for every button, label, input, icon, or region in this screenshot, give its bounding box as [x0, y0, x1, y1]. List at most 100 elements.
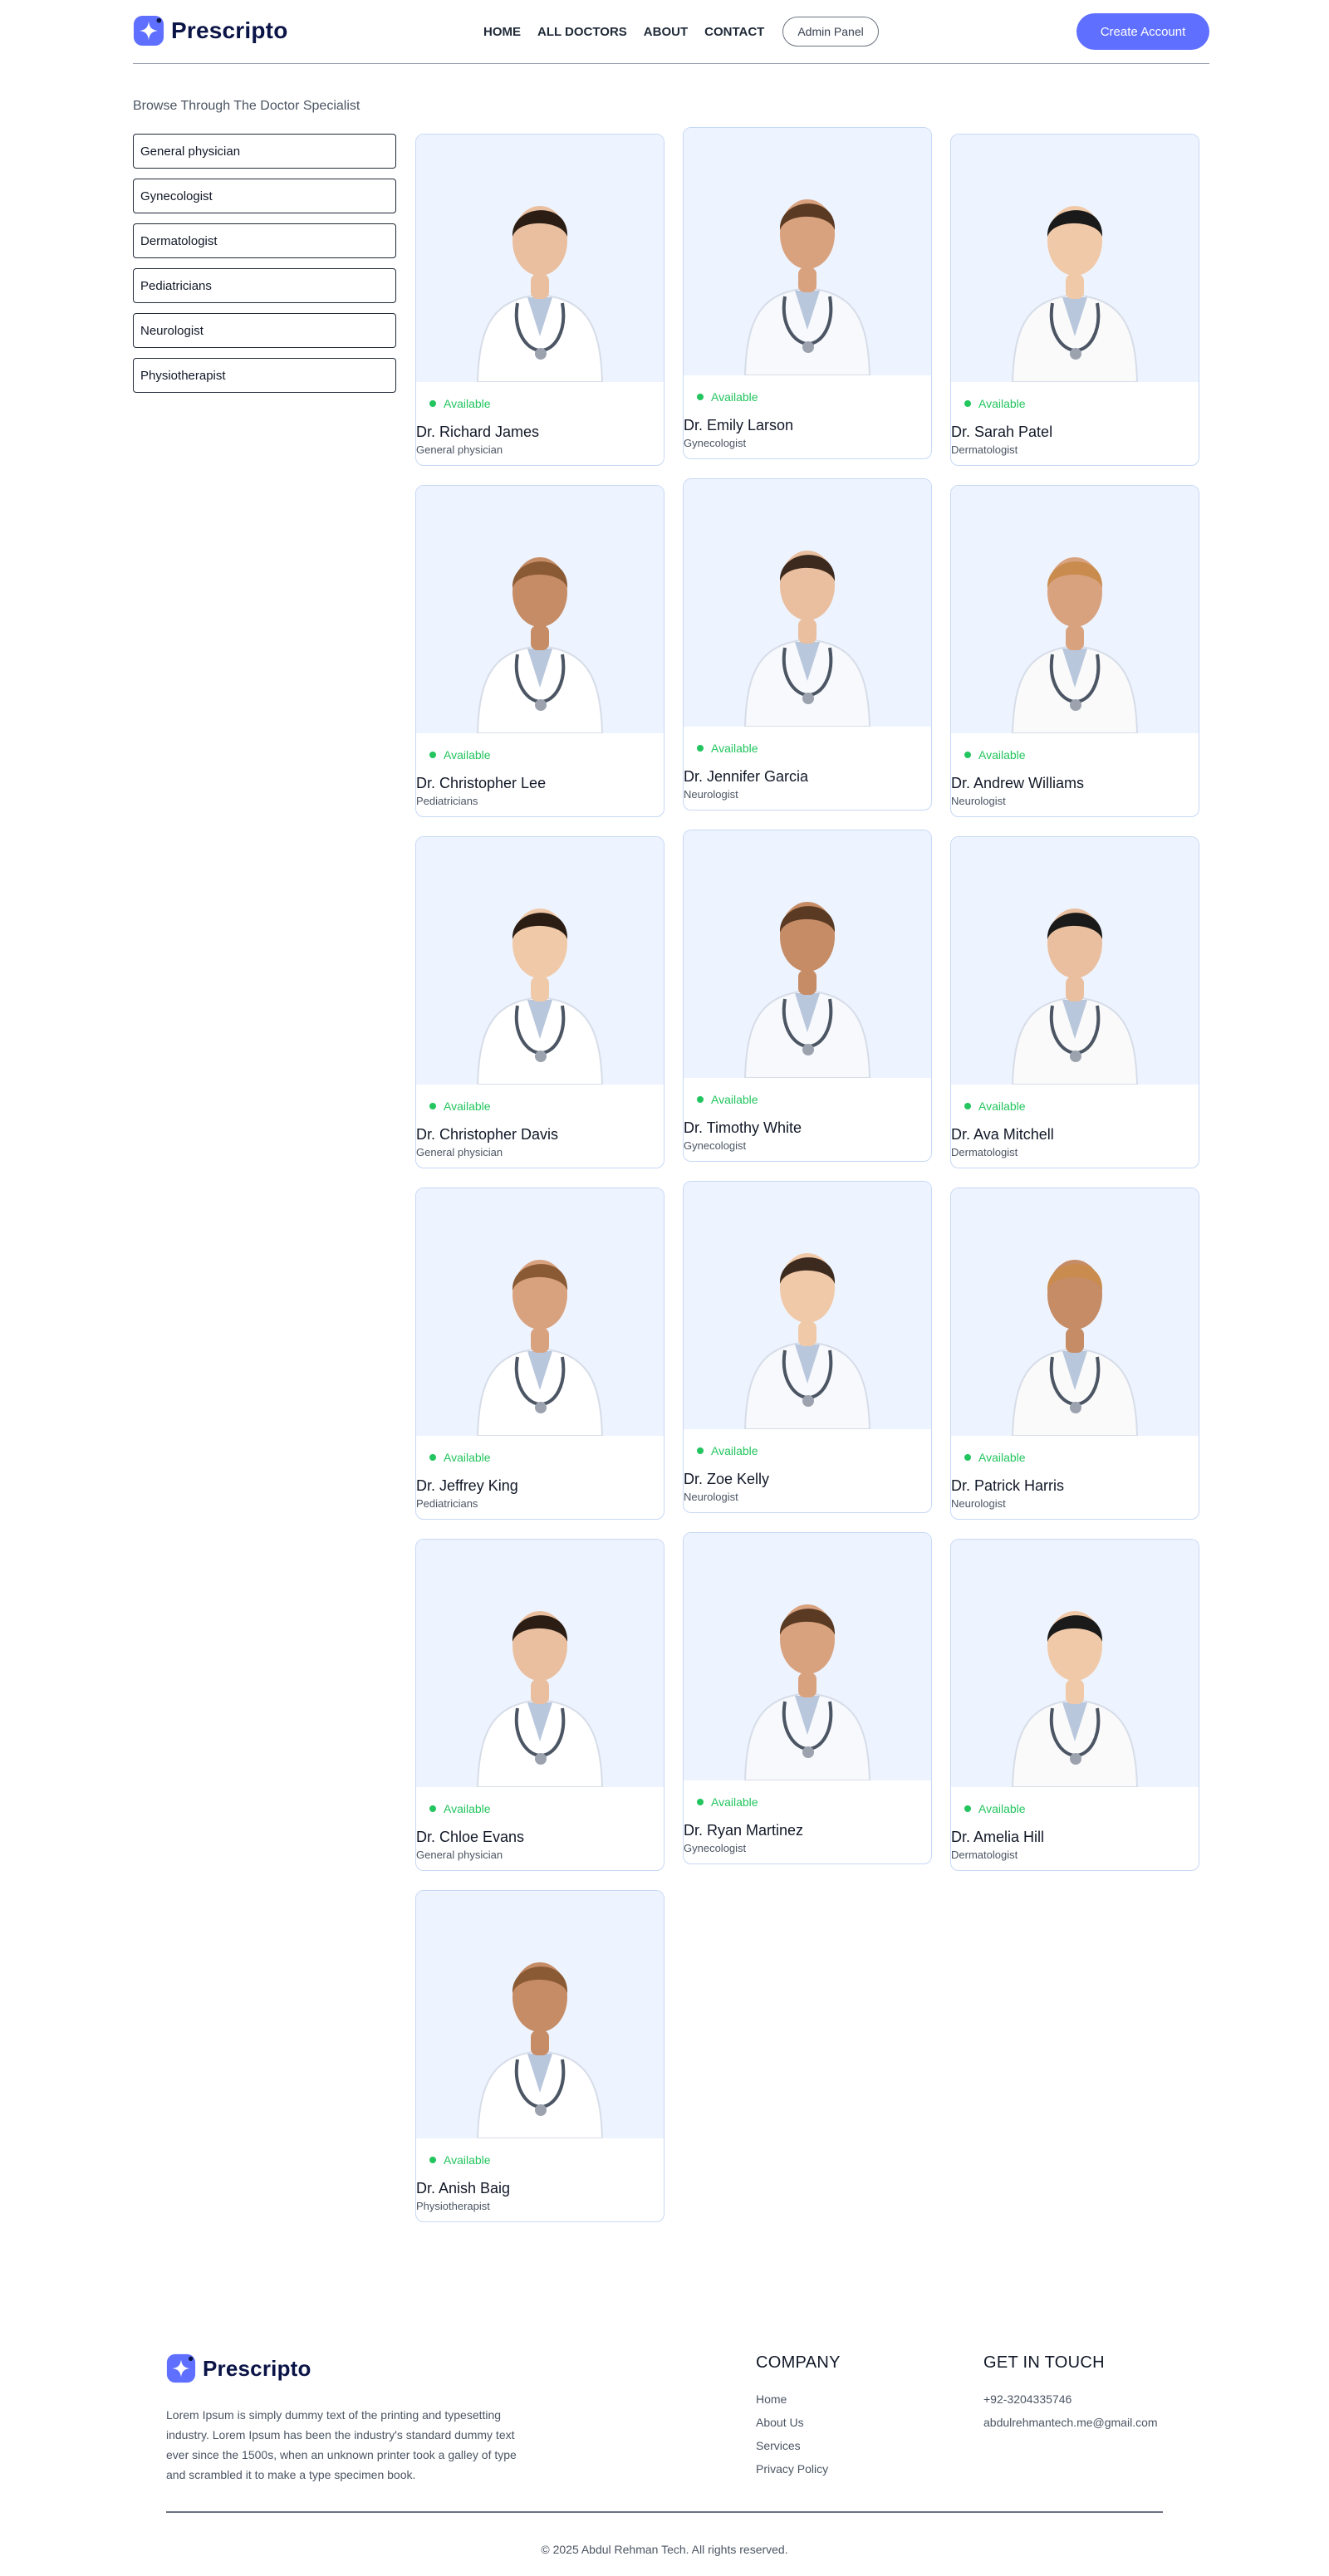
- status-label: Available: [444, 1451, 491, 1464]
- doctor-speciality: Pediatricians: [416, 795, 478, 807]
- doctor-photo: [684, 1533, 931, 1780]
- doctor-speciality: General physician: [416, 443, 503, 456]
- doctor-card-body: Available Dr. Anish Baig Physiotherapist: [416, 2138, 664, 2212]
- doctor-card[interactable]: Available Dr. Sarah Patel Dermatologist: [950, 134, 1199, 466]
- doctor-card[interactable]: Available Dr. Anish Baig Physiotherapist: [415, 1890, 664, 2222]
- status-label: Available: [978, 748, 1026, 762]
- doctor-card[interactable]: Available Dr. Ava Mitchell Dermatologist: [950, 836, 1199, 1168]
- availability-status: Available: [684, 1795, 931, 1809]
- availability-status: Available: [416, 1451, 664, 1464]
- doctor-photo: [951, 486, 1199, 733]
- footer-link-home[interactable]: Home: [756, 2387, 841, 2411]
- doctor-name: Dr. Christopher Lee: [416, 775, 547, 791]
- status-dot-icon: [697, 745, 704, 752]
- doctor-name: Dr. Sarah Patel: [951, 424, 1053, 440]
- footer-company-title: COMPANY: [756, 2353, 841, 2372]
- doctor-card[interactable]: Available Dr. Amelia Hill Dermatologist: [950, 1539, 1199, 1871]
- doctor-speciality: Gynecologist: [684, 1842, 747, 1854]
- doctor-card-body: Available Dr. Timothy White Gynecologist: [684, 1078, 931, 1152]
- status-dot-icon: [697, 394, 704, 400]
- status-label: Available: [978, 397, 1026, 410]
- doctor-card[interactable]: Available Dr. Christopher Lee Pediatrician…: [415, 485, 664, 817]
- doctor-portrait-icon: [743, 199, 871, 375]
- doctor-card-body: Available Dr. Zoe Kelly Neurologist: [684, 1429, 931, 1503]
- status-label: Available: [444, 1099, 491, 1113]
- doctor-card[interactable]: Available Dr. Andrew Williams Neurologist: [950, 485, 1199, 817]
- doctor-card-body: Available Dr. Chloe Evans General physicia…: [416, 1787, 664, 1861]
- doctor-photo: [416, 1540, 664, 1787]
- footer-phone: +92-3204335746: [983, 2392, 1072, 2406]
- copyright: © 2025 Abdul Rehman Tech. All rights res…: [541, 2543, 788, 2556]
- doctor-portrait-icon: [743, 902, 871, 1078]
- footer-link-services[interactable]: Services: [756, 2434, 841, 2457]
- doctor-portrait-icon: [476, 908, 604, 1085]
- doctor-speciality: Pediatricians: [416, 1497, 478, 1510]
- footer-contact: GET IN TOUCH +92-3204335746 abdulrehmant…: [983, 2353, 1158, 2434]
- doctor-speciality: Neurologist: [951, 1497, 1006, 1510]
- doctor-card-body: Available Dr. Andrew Williams Neurologist: [951, 733, 1199, 807]
- availability-status: Available: [951, 1451, 1199, 1464]
- doctor-speciality: Neurologist: [684, 1491, 738, 1503]
- logo-icon: [166, 2353, 196, 2383]
- doctor-card[interactable]: Available Dr. Chloe Evans General physicia…: [415, 1539, 664, 1871]
- doctor-photo: [416, 135, 664, 382]
- doctor-card[interactable]: Available Dr. Jeffrey King Pediatricians: [415, 1188, 664, 1520]
- doctor-card[interactable]: Available Dr. Emily Larson Gynecologist: [683, 127, 932, 459]
- doctor-name: Dr. Christopher Davis: [416, 1126, 559, 1143]
- status-label: Available: [711, 1093, 758, 1106]
- doctor-card[interactable]: Available Dr. Ryan Martinez Gynecologist: [683, 1532, 932, 1864]
- doctor-portrait-icon: [476, 1962, 604, 2138]
- doctor-card[interactable]: Available Dr. Richard James General physic…: [415, 134, 664, 466]
- doctor-portrait-icon: [476, 557, 604, 733]
- doctor-photo: [951, 1188, 1199, 1436]
- status-label: Available: [978, 1451, 1026, 1464]
- availability-status: Available: [684, 742, 931, 755]
- availability-status: Available: [416, 397, 664, 410]
- status-label: Available: [444, 2153, 491, 2167]
- footer-logo[interactable]: Prescripto: [166, 2353, 311, 2383]
- doctor-speciality: Dermatologist: [951, 1146, 1018, 1158]
- status-label: Available: [444, 748, 491, 762]
- doctor-photo: [951, 135, 1199, 382]
- status-dot-icon: [964, 752, 971, 758]
- doctor-card-body: Available Dr. Christopher Lee Pediatrician…: [416, 733, 664, 807]
- doctor-grid: Available Dr. Richard James General physic…: [0, 0, 1329, 2292]
- status-dot-icon: [964, 1454, 971, 1461]
- availability-status: Available: [951, 748, 1199, 762]
- availability-status: Available: [416, 1802, 664, 1815]
- footer-link-privacy[interactable]: Privacy Policy: [756, 2457, 841, 2481]
- doctor-photo: [684, 1182, 931, 1429]
- doctor-card-body: Available Dr. Amelia Hill Dermatologist: [951, 1787, 1199, 1861]
- availability-status: Available: [951, 1099, 1199, 1113]
- status-label: Available: [711, 1795, 758, 1809]
- doctor-name: Dr. Andrew Williams: [951, 775, 1085, 791]
- doctor-card[interactable]: Available Dr. Timothy White Gynecologist: [683, 830, 932, 1162]
- footer-link-about[interactable]: About Us: [756, 2411, 841, 2434]
- doctor-card[interactable]: Available Dr. Patrick Harris Neurologist: [950, 1188, 1199, 1520]
- doctor-photo: [416, 837, 664, 1085]
- footer-contact-title: GET IN TOUCH: [983, 2353, 1105, 2372]
- doctor-card-body: Available Dr. Jennifer Garcia Neurologist: [684, 727, 931, 801]
- doctor-portrait-icon: [1011, 908, 1139, 1085]
- doctor-name: Dr. Ryan Martinez: [684, 1822, 804, 1839]
- doctor-photo: [416, 1891, 664, 2138]
- availability-status: Available: [951, 1802, 1199, 1815]
- doctor-card-body: Available Dr. Emily Larson Gynecologist: [684, 375, 931, 449]
- doctor-name: Dr. Richard James: [416, 424, 540, 440]
- doctor-card[interactable]: Available Dr. Christopher Davis General ph…: [415, 836, 664, 1168]
- status-label: Available: [978, 1099, 1026, 1113]
- status-dot-icon: [429, 1454, 436, 1461]
- status-dot-icon: [964, 400, 971, 407]
- doctor-card[interactable]: Available Dr. Jennifer Garcia Neurologist: [683, 478, 932, 811]
- availability-status: Available: [684, 390, 931, 404]
- doctor-photo: [684, 479, 931, 727]
- doctor-card[interactable]: Available Dr. Zoe Kelly Neurologist: [683, 1181, 932, 1513]
- doctor-speciality: Gynecologist: [684, 1139, 747, 1152]
- footer-email[interactable]: abdulrehmantech.me@gmail.com: [983, 2411, 1158, 2434]
- doctor-name: Dr. Ava Mitchell: [951, 1126, 1054, 1143]
- footer-divider: [166, 2511, 1163, 2513]
- doctor-portrait-icon: [743, 1253, 871, 1429]
- doctor-speciality: Dermatologist: [951, 1849, 1018, 1861]
- doctor-card-body: Available Dr. Ryan Martinez Gynecologist: [684, 1780, 931, 1854]
- footer-description: Lorem Ipsum is simply dummy text of the …: [166, 2408, 517, 2481]
